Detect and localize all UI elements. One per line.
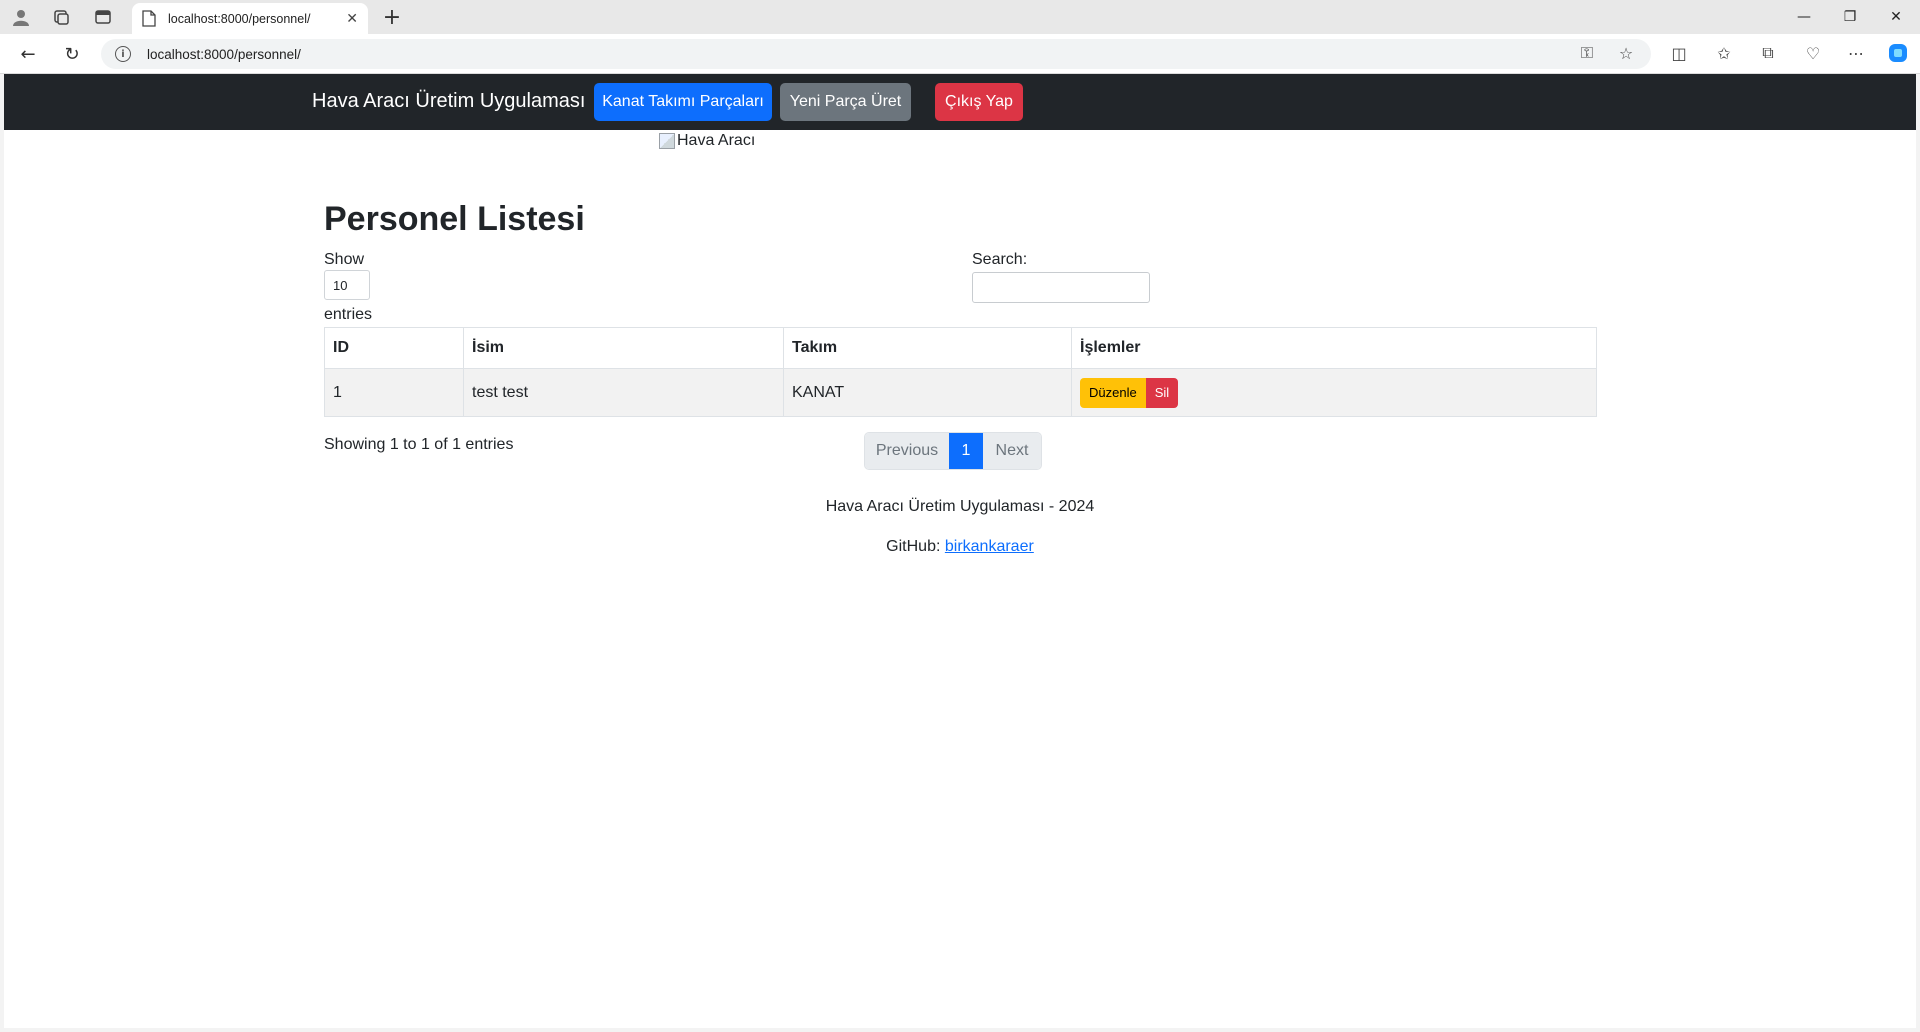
browser-essentials-icon[interactable]: ♡ [1800, 40, 1826, 66]
minimize-icon[interactable]: — [1781, 0, 1827, 34]
vertical-tabs-icon[interactable] [90, 4, 116, 30]
header-id[interactable]: ID [324, 327, 464, 369]
broken-image-icon [659, 133, 675, 149]
pagination: Previous 1 Next [864, 432, 1042, 470]
github-label: GitHub: [886, 538, 941, 555]
table-info: Showing 1 to 1 of 1 entries [324, 436, 514, 453]
page-title: Personel Listesi [324, 200, 585, 238]
table-header-row: ID İsim Takım İşlemler [324, 327, 1597, 369]
footer-copyright: Hava Aracı Üretim Uygulaması - 2024 [825, 498, 1095, 515]
collections-icon[interactable]: ⧉ [1755, 40, 1781, 66]
github-link[interactable]: birkankaraer [945, 538, 1034, 555]
restore-icon[interactable]: ❐ [1827, 0, 1873, 34]
tab-title: localhost:8000/personnel/ [168, 11, 311, 26]
back-icon[interactable]: ← [14, 41, 42, 67]
page-viewport: Hava Aracı Üretim Uygulaması Kanat Takım… [4, 74, 1916, 1028]
page-1-button[interactable]: 1 [949, 433, 983, 469]
entries-label: entries [324, 306, 373, 323]
header-name[interactable]: İsim [463, 327, 784, 369]
reload-icon[interactable]: ↻ [58, 41, 86, 67]
personnel-table: ID İsim Takım İşlemler 1 test test KANAT… [324, 327, 1597, 417]
header-actions[interactable]: İşlemler [1071, 327, 1597, 369]
delete-button[interactable]: Sil [1145, 377, 1179, 408]
active-tab[interactable]: localhost:8000/personnel/ ✕ [132, 3, 368, 34]
logout-button[interactable]: Çıkış Yap [935, 83, 1023, 121]
navbar-brand[interactable]: Hava Aracı Üretim Uygulaması [312, 90, 585, 113]
cell-team: KANAT [783, 368, 1072, 417]
favorite-star-icon[interactable]: ☆ [1613, 40, 1639, 66]
table-row: 1 test test KANAT Düzenle Sil [324, 368, 1597, 417]
aircraft-image: Hava Aracı [659, 132, 755, 150]
workspaces-icon[interactable] [48, 4, 74, 30]
url-text: localhost:8000/personnel/ [147, 46, 301, 62]
next-page-button[interactable]: Next [983, 433, 1041, 469]
url-field[interactable]: i localhost:8000/personnel/ [101, 39, 1651, 69]
cell-name: test test [463, 368, 784, 417]
new-part-button[interactable]: Yeni Parça Üret [780, 83, 911, 121]
show-label: Show [324, 251, 365, 268]
key-icon[interactable]: ⚿ [1574, 40, 1600, 66]
edit-button[interactable]: Düzenle [1080, 377, 1146, 408]
split-screen-icon[interactable]: ◫ [1666, 40, 1692, 66]
close-window-icon[interactable]: ✕ [1873, 0, 1919, 34]
search-input[interactable] [972, 272, 1150, 303]
favorites-icon[interactable]: ✩ [1711, 40, 1737, 66]
new-tab-icon[interactable]: + [378, 4, 406, 30]
browser-tab-strip: localhost:8000/personnel/ ✕ + — ❐ ✕ [0, 0, 1920, 34]
more-menu-icon[interactable]: ⋯ [1843, 40, 1869, 66]
tab-close-icon[interactable]: ✕ [346, 11, 358, 27]
navbar: Hava Aracı Üretim Uygulaması Kanat Takım… [4, 74, 1916, 130]
wing-parts-button[interactable]: Kanat Takımı Parçaları [594, 83, 772, 121]
page-icon [142, 10, 156, 27]
profile-icon[interactable] [8, 4, 34, 30]
address-bar-row: ← ↻ i localhost:8000/personnel/ ⚿ ☆ ◫ ✩ … [0, 34, 1920, 74]
header-team[interactable]: Takım [783, 327, 1072, 369]
aircraft-image-alt: Hava Aracı [677, 132, 756, 149]
footer-github: GitHub: birkankaraer [4, 538, 1916, 556]
entries-per-page-select[interactable]: 10 [324, 270, 370, 300]
cell-actions: Düzenle Sil [1071, 368, 1597, 417]
site-info-icon[interactable]: i [115, 46, 131, 62]
copilot-icon[interactable] [1885, 40, 1911, 66]
search-label: Search: [972, 251, 1028, 268]
previous-page-button[interactable]: Previous [865, 433, 949, 469]
cell-id: 1 [324, 368, 464, 417]
